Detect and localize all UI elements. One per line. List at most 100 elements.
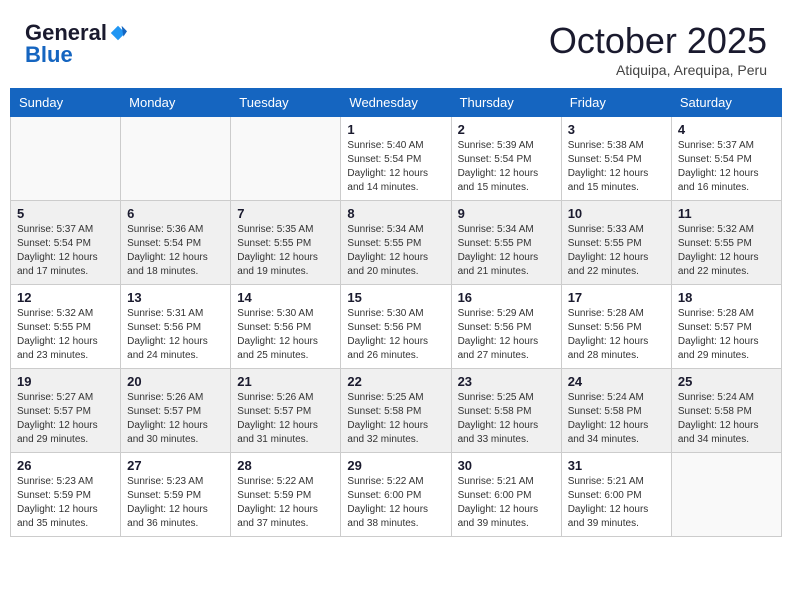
day-of-week-header: Tuesday [231,89,341,117]
calendar-cell: 31 Sunrise: 5:21 AM Sunset: 6:00 PM Dayli… [561,453,671,537]
calendar-cell: 28Sunrise: 5:22 AM Sunset: 5:59 PM Dayli… [231,453,341,537]
calendar-cell: 23 Sunrise: 5:25 AM Sunset: 5:58 PM Dayli… [451,369,561,453]
day-number: 26 [17,458,114,473]
day-info: Sunrise: 5:35 AM Sunset: 5:55 PM Dayligh… [237,223,334,279]
day-number: 14 [237,290,334,305]
logo-icon [109,24,127,42]
day-number: 31 [568,458,665,473]
day-of-week-header: Monday [121,89,231,117]
calendar-cell: 17 Sunrise: 5:28 AM Sunset: 5:56 PM Dayli… [561,285,671,369]
day-number: 9 [458,206,555,221]
calendar-cell: 11 Sunrise: 5:32 AM Sunset: 5:55 PM Dayli… [671,201,781,285]
day-info: Sunrise: 5:26 AM Sunset: 5:57 PM Dayligh… [127,391,224,447]
calendar-cell: 1Sunrise: 5:40 AM Sunset: 5:54 PM Daylig… [341,117,451,201]
day-number: 19 [17,374,114,389]
calendar-cell: 25Sunrise: 5:24 AM Sunset: 5:58 PM Dayli… [671,369,781,453]
day-info: Sunrise: 5:30 AM Sunset: 5:56 PM Dayligh… [237,307,334,363]
day-info: Sunrise: 5:25 AM Sunset: 5:58 PM Dayligh… [458,391,555,447]
calendar-cell: 26Sunrise: 5:23 AM Sunset: 5:59 PM Dayli… [11,453,121,537]
day-number: 24 [568,374,665,389]
calendar-cell [231,117,341,201]
day-number: 16 [458,290,555,305]
day-info: Sunrise: 5:21 AM Sunset: 6:00 PM Dayligh… [568,475,665,531]
calendar-cell: 18Sunrise: 5:28 AM Sunset: 5:57 PM Dayli… [671,285,781,369]
day-info: Sunrise: 5:37 AM Sunset: 5:54 PM Dayligh… [17,223,114,279]
day-info: Sunrise: 5:37 AM Sunset: 5:54 PM Dayligh… [678,139,775,195]
calendar-cell: 20 Sunrise: 5:26 AM Sunset: 5:57 PM Dayli… [121,369,231,453]
day-number: 3 [568,122,665,137]
day-number: 7 [237,206,334,221]
calendar: SundayMondayTuesdayWednesdayThursdayFrid… [10,88,782,537]
location: Atiquipa, Arequipa, Peru [549,62,767,78]
day-number: 10 [568,206,665,221]
month-year: October 2025 [549,20,767,62]
day-info: Sunrise: 5:24 AM Sunset: 5:58 PM Dayligh… [568,391,665,447]
calendar-cell: 22Sunrise: 5:25 AM Sunset: 5:58 PM Dayli… [341,369,451,453]
day-number: 20 [127,374,224,389]
calendar-cell: 9 Sunrise: 5:34 AM Sunset: 5:55 PM Daylig… [451,201,561,285]
calendar-cell: 6 Sunrise: 5:36 AM Sunset: 5:54 PM Daylig… [121,201,231,285]
day-number: 18 [678,290,775,305]
day-number: 5 [17,206,114,221]
day-info: Sunrise: 5:27 AM Sunset: 5:57 PM Dayligh… [17,391,114,447]
calendar-cell: 21 Sunrise: 5:26 AM Sunset: 5:57 PM Dayli… [231,369,341,453]
day-number: 21 [237,374,334,389]
calendar-cell: 3 Sunrise: 5:38 AM Sunset: 5:54 PM Daylig… [561,117,671,201]
day-number: 28 [237,458,334,473]
day-number: 15 [347,290,444,305]
day-number: 1 [347,122,444,137]
calendar-week-row: 12Sunrise: 5:32 AM Sunset: 5:55 PM Dayli… [11,285,782,369]
calendar-cell: 8 Sunrise: 5:34 AM Sunset: 5:55 PM Daylig… [341,201,451,285]
calendar-cell: 7 Sunrise: 5:35 AM Sunset: 5:55 PM Daylig… [231,201,341,285]
day-info: Sunrise: 5:21 AM Sunset: 6:00 PM Dayligh… [458,475,555,531]
calendar-cell [121,117,231,201]
calendar-cell: 15 Sunrise: 5:30 AM Sunset: 5:56 PM Dayli… [341,285,451,369]
calendar-cell: 19 Sunrise: 5:27 AM Sunset: 5:57 PM Dayli… [11,369,121,453]
day-number: 11 [678,206,775,221]
day-info: Sunrise: 5:34 AM Sunset: 5:55 PM Dayligh… [458,223,555,279]
day-info: Sunrise: 5:38 AM Sunset: 5:54 PM Dayligh… [568,139,665,195]
day-info: Sunrise: 5:25 AM Sunset: 5:58 PM Dayligh… [347,391,444,447]
calendar-cell: 5 Sunrise: 5:37 AM Sunset: 5:54 PM Daylig… [11,201,121,285]
day-of-week-header: Sunday [11,89,121,117]
calendar-cell: 30 Sunrise: 5:21 AM Sunset: 6:00 PM Dayli… [451,453,561,537]
day-number: 17 [568,290,665,305]
day-info: Sunrise: 5:28 AM Sunset: 5:56 PM Dayligh… [568,307,665,363]
day-number: 8 [347,206,444,221]
logo: General Blue [25,20,127,68]
day-number: 13 [127,290,224,305]
day-of-week-header: Thursday [451,89,561,117]
calendar-cell: 4 Sunrise: 5:37 AM Sunset: 5:54 PM Daylig… [671,117,781,201]
calendar-week-row: 19 Sunrise: 5:27 AM Sunset: 5:57 PM Dayli… [11,369,782,453]
calendar-week-row: 5 Sunrise: 5:37 AM Sunset: 5:54 PM Daylig… [11,201,782,285]
day-info: Sunrise: 5:32 AM Sunset: 5:55 PM Dayligh… [678,223,775,279]
day-number: 12 [17,290,114,305]
calendar-cell: 2Sunrise: 5:39 AM Sunset: 5:54 PM Daylig… [451,117,561,201]
calendar-cell: 10 Sunrise: 5:33 AM Sunset: 5:55 PM Dayli… [561,201,671,285]
day-number: 30 [458,458,555,473]
calendar-cell: 14 Sunrise: 5:30 AM Sunset: 5:56 PM Dayli… [231,285,341,369]
day-info: Sunrise: 5:34 AM Sunset: 5:55 PM Dayligh… [347,223,444,279]
day-info: Sunrise: 5:36 AM Sunset: 5:54 PM Dayligh… [127,223,224,279]
day-of-week-header: Wednesday [341,89,451,117]
day-info: Sunrise: 5:26 AM Sunset: 5:57 PM Dayligh… [237,391,334,447]
day-info: Sunrise: 5:33 AM Sunset: 5:55 PM Dayligh… [568,223,665,279]
day-number: 29 [347,458,444,473]
logo-blue-text: Blue [25,42,73,68]
day-info: Sunrise: 5:31 AM Sunset: 5:56 PM Dayligh… [127,307,224,363]
day-number: 23 [458,374,555,389]
day-of-week-header: Saturday [671,89,781,117]
calendar-cell: 29Sunrise: 5:22 AM Sunset: 6:00 PM Dayli… [341,453,451,537]
calendar-week-row: 1Sunrise: 5:40 AM Sunset: 5:54 PM Daylig… [11,117,782,201]
day-info: Sunrise: 5:24 AM Sunset: 5:58 PM Dayligh… [678,391,775,447]
calendar-cell: 27Sunrise: 5:23 AM Sunset: 5:59 PM Dayli… [121,453,231,537]
calendar-cell: 12Sunrise: 5:32 AM Sunset: 5:55 PM Dayli… [11,285,121,369]
day-info: Sunrise: 5:30 AM Sunset: 5:56 PM Dayligh… [347,307,444,363]
calendar-cell [671,453,781,537]
day-number: 6 [127,206,224,221]
day-number: 4 [678,122,775,137]
calendar-cell: 16 Sunrise: 5:29 AM Sunset: 5:56 PM Dayli… [451,285,561,369]
day-number: 2 [458,122,555,137]
header: General Blue October 2025 Atiquipa, Areq… [10,10,782,83]
day-info: Sunrise: 5:29 AM Sunset: 5:56 PM Dayligh… [458,307,555,363]
